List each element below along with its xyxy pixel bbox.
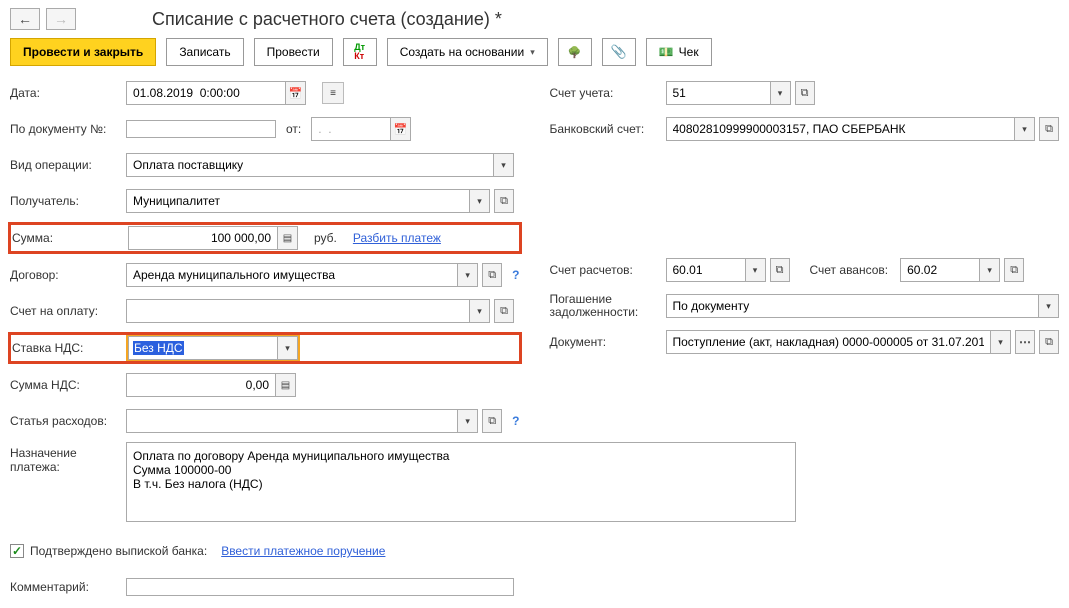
debt-pay-dropdown-icon[interactable] bbox=[1039, 294, 1059, 318]
recipient-open-icon[interactable] bbox=[494, 189, 514, 213]
contract-help-icon[interactable]: ? bbox=[512, 268, 519, 282]
date-input[interactable] bbox=[131, 85, 281, 101]
recipient-dropdown-icon[interactable] bbox=[470, 189, 490, 213]
advance-account-label: Счет авансов: bbox=[810, 263, 889, 277]
debt-pay-input[interactable] bbox=[671, 298, 1035, 314]
cheque-button[interactable]: Чек bbox=[646, 38, 712, 66]
bank-account-open-icon[interactable] bbox=[1039, 117, 1059, 141]
advance-account-dropdown-icon[interactable] bbox=[980, 258, 1000, 282]
attach-button[interactable] bbox=[602, 38, 636, 66]
contract-dropdown-icon[interactable] bbox=[458, 263, 478, 287]
page-title: Списание с расчетного счета (создание) * bbox=[152, 9, 502, 30]
create-based-on-button[interactable]: Создать на основании bbox=[387, 38, 548, 66]
purpose-label: Назначение платежа: bbox=[10, 442, 120, 474]
save-button[interactable]: Записать bbox=[166, 38, 243, 66]
account-dropdown-icon[interactable] bbox=[771, 81, 791, 105]
vat-rate-input[interactable]: Без НДС bbox=[133, 341, 184, 355]
vat-rate-dropdown-icon[interactable] bbox=[278, 336, 298, 360]
invoice-label: Счет на оплату: bbox=[10, 304, 120, 318]
rub-label: руб. bbox=[314, 231, 337, 245]
invoice-input[interactable] bbox=[131, 303, 465, 319]
contract-open-icon[interactable] bbox=[482, 263, 502, 287]
bank-account-label: Банковский счет: bbox=[550, 122, 660, 136]
expense-item-label: Статья расходов: bbox=[10, 414, 120, 428]
account-input[interactable] bbox=[671, 85, 766, 101]
settle-account-dropdown-icon[interactable] bbox=[746, 258, 766, 282]
confirmed-label: Подтверждено выпиской банка: bbox=[30, 544, 207, 558]
sum-input[interactable] bbox=[133, 230, 273, 246]
op-type-input[interactable] bbox=[131, 157, 489, 173]
post-and-close-button[interactable]: Провести и закрыть bbox=[10, 38, 156, 66]
invoice-dropdown-icon[interactable] bbox=[470, 299, 490, 323]
document-dropdown-icon[interactable] bbox=[991, 330, 1011, 354]
advance-account-open-icon[interactable] bbox=[1004, 258, 1024, 282]
dt-kt-button[interactable]: ДтКт bbox=[343, 38, 377, 66]
settle-account-open-icon[interactable] bbox=[770, 258, 790, 282]
vat-sum-calculator-icon[interactable] bbox=[276, 373, 296, 397]
cheque-label: Чек bbox=[679, 45, 699, 59]
from-calendar-icon[interactable] bbox=[391, 117, 411, 141]
split-payment-link[interactable]: Разбить платеж bbox=[353, 231, 441, 245]
comment-label: Комментарий: bbox=[10, 580, 120, 594]
document-open-icon[interactable] bbox=[1039, 330, 1059, 354]
money-icon bbox=[659, 45, 674, 59]
vat-sum-input[interactable] bbox=[131, 377, 271, 393]
bank-account-input[interactable] bbox=[671, 121, 1011, 137]
account-open-icon[interactable] bbox=[795, 81, 815, 105]
vat-rate-label: Ставка НДС: bbox=[12, 341, 122, 355]
op-type-dropdown-icon[interactable] bbox=[494, 153, 514, 177]
tree-icon bbox=[568, 45, 582, 59]
settle-account-input[interactable] bbox=[671, 262, 741, 278]
debt-pay-label: Погашение задолженности: bbox=[550, 293, 660, 319]
purpose-textarea[interactable] bbox=[126, 442, 796, 522]
doc-number-label: По документу №: bbox=[10, 122, 120, 136]
recipient-input[interactable] bbox=[131, 193, 465, 209]
comment-input[interactable] bbox=[131, 579, 509, 595]
attach-icon bbox=[611, 44, 627, 60]
nav-back-button[interactable]: ← bbox=[10, 8, 40, 30]
account-label: Счет учета: bbox=[550, 86, 660, 100]
nav-forward-button[interactable]: → bbox=[46, 8, 76, 30]
doc-number-input[interactable] bbox=[131, 121, 271, 137]
bank-account-dropdown-icon[interactable] bbox=[1015, 117, 1035, 141]
expense-item-input[interactable] bbox=[131, 413, 453, 429]
calendar-icon[interactable] bbox=[286, 81, 306, 105]
date-label: Дата: bbox=[10, 86, 120, 100]
date-extra-icon[interactable]: ≡ bbox=[322, 82, 344, 104]
sum-calculator-icon[interactable] bbox=[278, 226, 298, 250]
vat-sum-label: Сумма НДС: bbox=[10, 378, 120, 392]
document-label: Документ: bbox=[550, 335, 660, 349]
doc-from-input[interactable] bbox=[316, 121, 386, 137]
recipient-label: Получатель: bbox=[10, 194, 120, 208]
contract-label: Договор: bbox=[10, 268, 120, 282]
confirmed-checkbox[interactable]: ✓ bbox=[10, 544, 24, 558]
expense-item-help-icon[interactable]: ? bbox=[512, 414, 519, 428]
post-button[interactable]: Провести bbox=[254, 38, 333, 66]
expense-item-open-icon[interactable] bbox=[482, 409, 502, 433]
settle-account-label: Счет расчетов: bbox=[550, 263, 660, 277]
invoice-open-icon[interactable] bbox=[494, 299, 514, 323]
expense-item-dropdown-icon[interactable] bbox=[458, 409, 478, 433]
contract-input[interactable] bbox=[131, 267, 453, 283]
structure-icon-button[interactable] bbox=[558, 38, 592, 66]
advance-account-input[interactable] bbox=[905, 262, 975, 278]
document-input[interactable] bbox=[671, 334, 987, 350]
enter-payment-order-link[interactable]: Ввести платежное поручение bbox=[221, 544, 385, 558]
op-type-label: Вид операции: bbox=[10, 158, 120, 172]
document-more-icon[interactable] bbox=[1015, 330, 1035, 354]
sum-label: Сумма: bbox=[12, 231, 122, 245]
from-label: от: bbox=[286, 122, 301, 136]
